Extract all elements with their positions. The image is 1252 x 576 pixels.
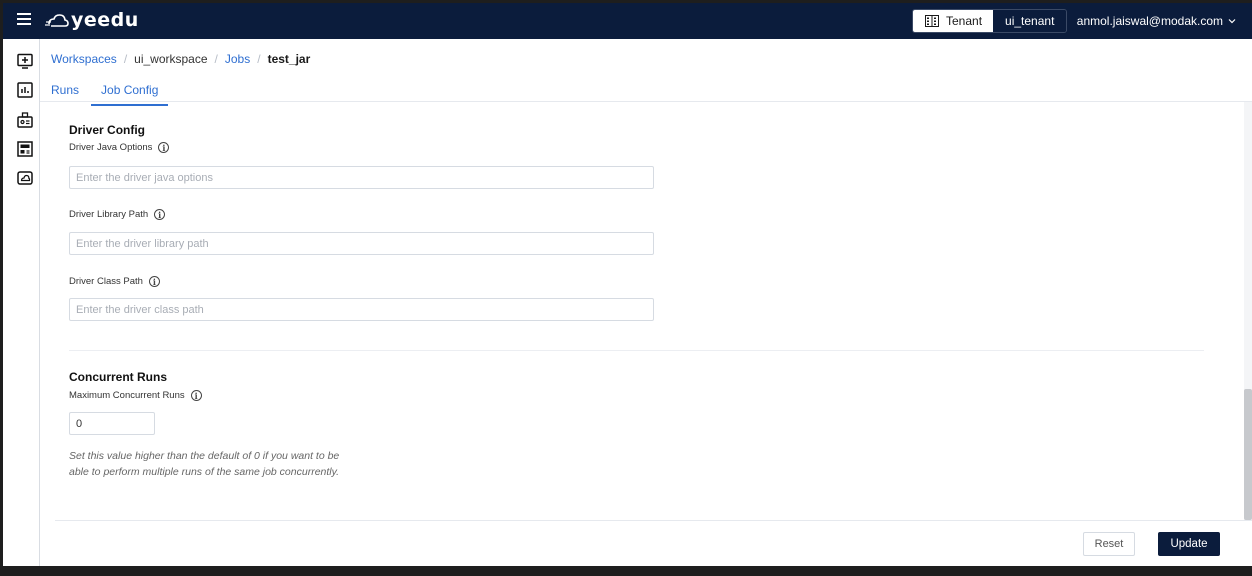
- hamburger-menu-icon[interactable]: [17, 13, 31, 27]
- breadcrumb-separator: /: [123, 52, 128, 66]
- tab-runs[interactable]: Runs: [51, 81, 79, 106]
- bar-chart-icon[interactable]: [17, 82, 33, 98]
- user-email: anmol.jaiswal@modak.com: [1076, 14, 1223, 28]
- info-icon[interactable]: i: [190, 390, 202, 401]
- info-icon[interactable]: i: [158, 142, 170, 153]
- breadcrumb-workspaces[interactable]: Workspaces: [51, 52, 117, 66]
- tenant-label: Tenant: [946, 14, 983, 28]
- footer-divider: [55, 520, 1252, 521]
- building-icon: [925, 15, 939, 27]
- breadcrumb-current: test_jar: [267, 52, 311, 66]
- tenant-value[interactable]: ui_tenant: [993, 10, 1067, 32]
- breadcrumb-workspace[interactable]: ui_workspace: [134, 52, 207, 66]
- cloud-icon[interactable]: [17, 170, 33, 186]
- driver-library-path-label: Driver Library Path i: [69, 209, 166, 220]
- breadcrumb-jobs[interactable]: Jobs: [225, 52, 250, 66]
- tab-job-config[interactable]: Job Config: [91, 81, 169, 106]
- tenant-button[interactable]: Tenant: [913, 10, 994, 32]
- driver-library-path-input[interactable]: [69, 232, 654, 255]
- logo-text: yeedu: [71, 9, 139, 31]
- update-button[interactable]: Update: [1158, 532, 1220, 556]
- scrollbar-thumb[interactable]: [1244, 389, 1252, 520]
- driver-library-path-label-text: Driver Library Path: [69, 209, 149, 220]
- window-frame-bottom: [0, 566, 1252, 576]
- cloud-logo-icon: [45, 14, 69, 27]
- tenant-selector[interactable]: Tenant ui_tenant: [912, 9, 1068, 33]
- concurrent-runs-help-text: Set this value higher than the default o…: [69, 450, 340, 478]
- section-divider: [69, 350, 1204, 351]
- breadcrumb-separator: /: [257, 52, 261, 66]
- driver-java-options-label-text: Driver Java Options: [69, 142, 153, 153]
- info-icon[interactable]: i: [154, 209, 166, 220]
- chevron-down-icon: [1228, 19, 1236, 24]
- reset-button[interactable]: Reset: [1083, 532, 1135, 556]
- main-content: Workspaces / ui_workspace / Jobs / test_…: [40, 39, 1252, 566]
- driver-class-path-input[interactable]: [69, 298, 654, 321]
- driver-class-path-label: Driver Class Path i: [69, 276, 160, 287]
- driver-class-path-label-text: Driver Class Path: [69, 276, 143, 287]
- max-concurrent-runs-label: Maximum Concurrent Runs i: [69, 390, 202, 401]
- tabs-divider: [40, 101, 1252, 102]
- cluster-icon[interactable]: [17, 112, 33, 128]
- tab-bar: Runs Job Config: [51, 81, 169, 106]
- driver-java-options-input[interactable]: [69, 166, 654, 189]
- concurrent-runs-title: Concurrent Runs: [69, 370, 168, 384]
- user-menu[interactable]: anmol.jaiswal@modak.com: [1077, 14, 1236, 28]
- driver-config-title: Driver Config: [69, 123, 146, 137]
- breadcrumb: Workspaces / ui_workspace / Jobs / test_…: [51, 52, 310, 66]
- add-screen-icon[interactable]: [17, 53, 33, 69]
- max-concurrent-runs-label-text: Maximum Concurrent Runs: [69, 390, 185, 401]
- max-concurrent-runs-input[interactable]: [69, 412, 155, 435]
- driver-java-options-label: Driver Java Options i: [69, 142, 170, 153]
- left-sidebar: [3, 39, 40, 566]
- info-icon[interactable]: i: [148, 276, 160, 287]
- breadcrumb-separator: /: [214, 52, 218, 66]
- layout-icon[interactable]: [17, 141, 33, 157]
- top-navbar: yeedu Tenant ui_tenant anmol.jaiswal@mod…: [3, 3, 1252, 39]
- app-logo[interactable]: yeedu: [45, 9, 139, 31]
